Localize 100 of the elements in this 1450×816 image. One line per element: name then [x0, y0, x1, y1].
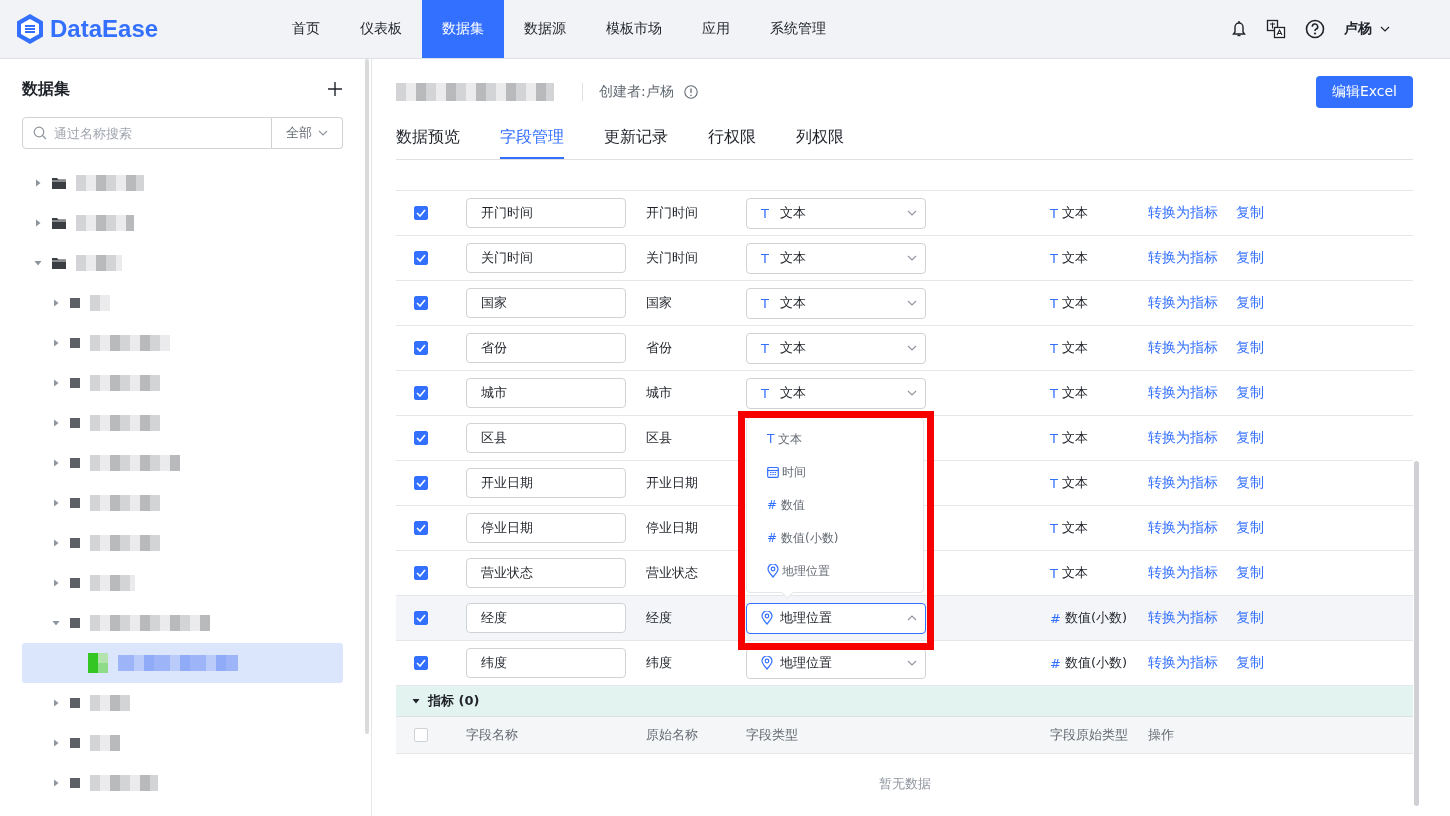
dropdown-option[interactable]: T 文本 — [747, 422, 923, 456]
action-link[interactable]: 复制 — [1236, 204, 1264, 222]
origin-type-cell: T 文本 — [1050, 564, 1088, 582]
tab[interactable]: 列权限 — [796, 123, 844, 159]
nav-tab[interactable]: 仪表板 — [340, 0, 422, 58]
table-cell: 营业状态 — [646, 564, 698, 582]
action-link[interactable]: 复制 — [1236, 519, 1264, 537]
action-link[interactable]: 复制 — [1236, 339, 1264, 357]
name-field[interactable]: 开门时间 — [466, 198, 626, 228]
type-select[interactable]: T 文本 — [746, 287, 926, 319]
redacted-label — [90, 415, 160, 431]
action-link[interactable]: 转换为指标 — [1148, 429, 1218, 447]
nav-tab[interactable]: 首页 — [272, 0, 340, 58]
origin-type-cell: T 文本 — [1050, 204, 1088, 222]
name-field[interactable]: 营业状态 — [466, 558, 626, 588]
action-link[interactable]: 转换为指标 — [1148, 249, 1218, 267]
checkbox[interactable] — [414, 296, 428, 310]
redacted-label — [76, 215, 134, 231]
origin-type-cell: T 文本 — [1050, 294, 1088, 312]
scrollbar[interactable] — [365, 59, 369, 734]
square-icon — [70, 458, 80, 468]
name-field[interactable]: 区县 — [466, 423, 626, 453]
action-link[interactable]: 复制 — [1236, 609, 1264, 627]
action-link[interactable]: 复制 — [1236, 384, 1264, 402]
checkbox[interactable] — [414, 341, 428, 355]
name-field[interactable]: 纬度 — [466, 648, 626, 678]
name-field[interactable]: 省份 — [466, 333, 626, 363]
checkbox[interactable] — [414, 206, 428, 220]
action-link[interactable]: 转换为指标 — [1148, 204, 1218, 222]
add-icon — [327, 81, 343, 97]
origin-type-cell: T 文本 — [1050, 339, 1088, 357]
square-icon — [70, 778, 80, 788]
action-link[interactable]: 复制 — [1236, 564, 1264, 582]
nav-tab[interactable]: 系统管理 — [750, 0, 846, 58]
action-link[interactable]: 转换为指标 — [1148, 339, 1218, 357]
nav-tab[interactable]: 应用 — [682, 0, 750, 58]
redacted-label — [90, 295, 110, 311]
filter-dropdown[interactable]: 全部 — [272, 117, 343, 149]
square-icon — [70, 418, 80, 428]
name-field[interactable]: 城市 — [466, 378, 626, 408]
action-link[interactable]: 复制 — [1236, 474, 1264, 492]
name-field[interactable]: 停业日期 — [466, 513, 626, 543]
origin-type-cell: # 数值(小数) — [1050, 609, 1128, 627]
dropdown-option[interactable]: # 数值(小数) — [747, 521, 923, 555]
redacted-label — [76, 175, 144, 191]
square-icon — [70, 578, 80, 588]
user-menu[interactable]: 卢杨 — [1344, 20, 1390, 38]
name-field[interactable]: 关门时间 — [466, 243, 626, 273]
checkbox[interactable] — [414, 521, 428, 535]
checkbox[interactable] — [414, 251, 428, 265]
table-cell: 经度 — [646, 609, 672, 627]
name-field[interactable]: 开业日期 — [466, 468, 626, 498]
chevron-down-icon — [907, 390, 917, 396]
nav-tab[interactable]: 数据源 — [504, 0, 586, 58]
chevron-down-icon — [907, 660, 917, 666]
checkbox[interactable] — [414, 656, 428, 670]
type-select[interactable]: 地理位置 — [746, 602, 926, 634]
dropdown-option[interactable]: 地理位置 — [747, 554, 923, 588]
checkbox[interactable] — [414, 386, 428, 400]
name-field[interactable]: 经度 — [466, 603, 626, 633]
type-select[interactable]: T 文本 — [746, 377, 926, 409]
tab[interactable]: 行权限 — [708, 123, 756, 159]
nav-tab[interactable]: 模板市场 — [586, 0, 682, 58]
name-field[interactable]: 国家 — [466, 288, 626, 318]
chevron-down-icon — [907, 210, 917, 216]
checkbox[interactable] — [414, 611, 428, 625]
tab[interactable]: 更新记录 — [604, 123, 668, 159]
column-header: 字段名称 — [466, 726, 518, 744]
edit-excel-button[interactable]: 编辑Excel — [1315, 76, 1413, 108]
selected-tree-item[interactable] — [22, 643, 343, 683]
checkbox[interactable] — [414, 476, 428, 490]
action-link[interactable]: 转换为指标 — [1148, 609, 1218, 627]
action-link[interactable]: 转换为指标 — [1148, 564, 1218, 582]
action-link[interactable]: 复制 — [1236, 249, 1264, 267]
checkbox[interactable] — [414, 566, 428, 580]
action-link[interactable]: 复制 — [1236, 654, 1264, 672]
action-link[interactable]: 转换为指标 — [1148, 654, 1218, 672]
search-field[interactable]: 通过名称搜索 — [22, 117, 272, 149]
action-link[interactable]: 转换为指标 — [1148, 384, 1218, 402]
table-cell: 开业日期 — [646, 474, 698, 492]
square-icon — [70, 538, 80, 548]
action-link[interactable]: 复制 — [1236, 294, 1264, 312]
action-link[interactable]: 转换为指标 — [1148, 474, 1218, 492]
section-header[interactable]: 指标 (0) — [396, 686, 1413, 717]
dropdown-option[interactable]: # 数值 — [747, 488, 923, 522]
tab[interactable]: 数据预览 — [396, 123, 460, 159]
type-select[interactable]: T 文本 — [746, 242, 926, 274]
chevron-down-icon — [907, 345, 917, 351]
dropdown-option[interactable]: 时间 — [747, 455, 923, 489]
location-pin-icon — [767, 564, 779, 578]
action-link[interactable]: 转换为指标 — [1148, 519, 1218, 537]
tab[interactable]: 字段管理 — [500, 123, 564, 159]
checkbox[interactable] — [414, 431, 428, 445]
origin-type-cell: T 文本 — [1050, 384, 1088, 402]
action-link[interactable]: 复制 — [1236, 429, 1264, 447]
type-select[interactable]: T 文本 — [746, 197, 926, 229]
scrollbar[interactable] — [1414, 461, 1419, 806]
action-link[interactable]: 转换为指标 — [1148, 294, 1218, 312]
nav-tab[interactable]: 数据集 — [422, 0, 504, 58]
type-select[interactable]: T 文本 — [746, 332, 926, 364]
